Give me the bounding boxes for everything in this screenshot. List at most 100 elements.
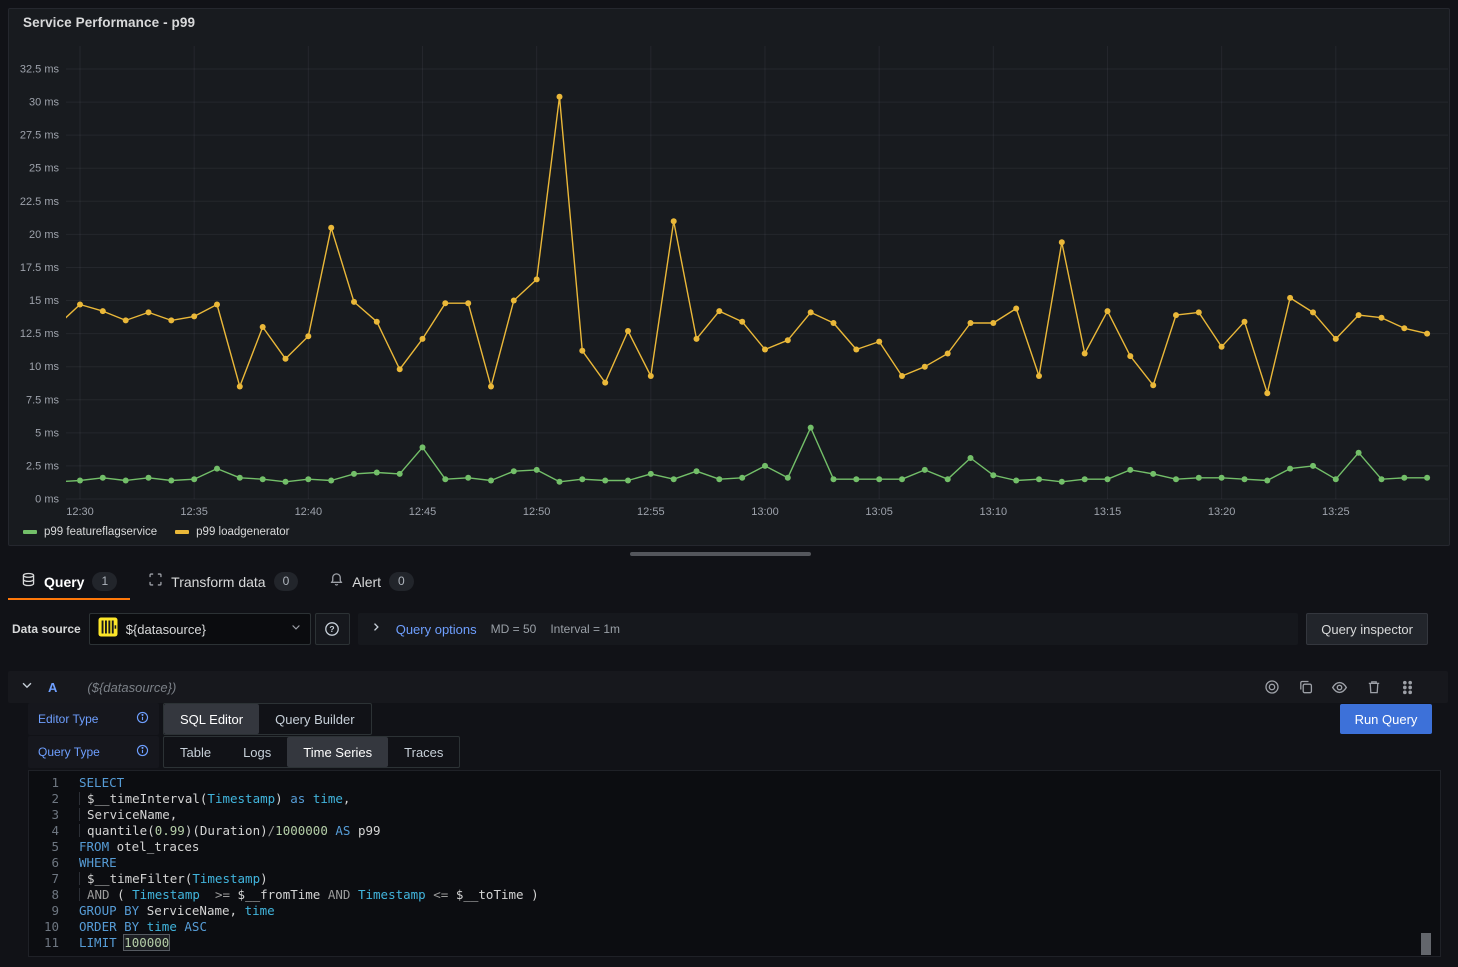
- query-datasource-hint: (${datasource}): [87, 680, 176, 695]
- timeseries-panel: 0 ms2.5 ms5 ms7.5 ms10 ms12.5 ms15 ms17.…: [8, 8, 1450, 546]
- editor-scrollbar-thumb[interactable]: [1421, 933, 1431, 955]
- clickhouse-datasource-icon: [98, 617, 118, 642]
- svg-text:12.5 ms: 12.5 ms: [20, 328, 60, 340]
- editor-type-group: SQL EditorQuery Builder: [163, 703, 372, 735]
- legend-item-featureflagservice[interactable]: p99 featureflagservice: [23, 526, 157, 538]
- disable-query-icon[interactable]: [1259, 675, 1284, 700]
- chart-legend: p99 featureflagservice p99 loadgenerator: [23, 526, 290, 538]
- query-row-header[interactable]: A (${datasource}): [8, 671, 1448, 703]
- svg-text:?: ?: [330, 624, 335, 634]
- info-icon[interactable]: [136, 711, 149, 727]
- line-number: 8: [29, 887, 59, 903]
- timeseries-chart[interactable]: 0 ms2.5 ms5 ms7.5 ms10 ms12.5 ms15 ms17.…: [9, 9, 1449, 525]
- sql-line[interactable]: 4quantile(0.99)(Duration)/1000000 AS p99: [29, 823, 1440, 839]
- svg-text:27.5 ms: 27.5 ms: [20, 130, 60, 142]
- sql-line[interactable]: 2$__timeInterval(Timestamp) as time,: [29, 791, 1440, 807]
- query-type-row: Query Type TableLogsTime SeriesTraces: [28, 736, 460, 768]
- svg-text:0 ms: 0 ms: [35, 494, 59, 506]
- sql-line[interactable]: 5FROM otel_traces: [29, 839, 1440, 855]
- horizontal-scrollbar[interactable]: [8, 551, 1450, 557]
- legend-item-loadgenerator[interactable]: p99 loadgenerator: [175, 526, 289, 538]
- drag-handle-icon[interactable]: [1395, 675, 1420, 700]
- query-toolbar: Data source ${datasource} ?: [8, 613, 1450, 645]
- svg-text:13:20: 13:20: [1208, 506, 1236, 518]
- line-number: 3: [29, 807, 59, 823]
- line-number: 6: [29, 855, 59, 871]
- svg-text:13:15: 13:15: [1094, 506, 1122, 518]
- tab-alert-count: 0: [389, 572, 414, 591]
- line-number: 4: [29, 823, 59, 839]
- line-number: 11: [29, 935, 59, 951]
- tab-query[interactable]: Query 1: [8, 565, 130, 600]
- svg-text:13:10: 13:10: [980, 506, 1008, 518]
- panel-title[interactable]: Service Performance - p99: [23, 15, 195, 30]
- sql-line[interactable]: 8AND ( Timestamp >= $__fromTime AND Time…: [29, 887, 1440, 903]
- interval-stat: Interval = 1m: [550, 622, 620, 636]
- tab-query-count: 1: [92, 572, 117, 591]
- editor-type-label: Editor Type: [38, 712, 98, 726]
- sql-line[interactable]: 1SELECT: [29, 775, 1440, 791]
- datasource-picker[interactable]: ${datasource}: [89, 613, 311, 645]
- tab-transform-count: 0: [274, 572, 299, 591]
- tab-transform-data[interactable]: Transform data 0: [135, 565, 311, 600]
- sql-code-editor[interactable]: 1SELECT2$__timeInterval(Timestamp) as ti…: [28, 770, 1441, 957]
- query-type-label: Query Type: [38, 745, 100, 759]
- datasource-help-button[interactable]: ?: [315, 613, 350, 645]
- run-query-button[interactable]: Run Query: [1340, 704, 1432, 734]
- angle-right-icon[interactable]: [370, 620, 382, 638]
- editor-type-field-label: Editor Type: [28, 703, 159, 735]
- svg-text:7.5 ms: 7.5 ms: [26, 394, 60, 406]
- svg-text:12:40: 12:40: [295, 506, 323, 518]
- hide-query-eye-icon[interactable]: [1327, 675, 1352, 700]
- svg-text:2.5 ms: 2.5 ms: [26, 460, 60, 472]
- sql-line[interactable]: 7$__timeFilter(Timestamp): [29, 871, 1440, 887]
- bell-icon: [329, 572, 344, 592]
- legend-swatch-green: [23, 530, 37, 534]
- query-type-logs[interactable]: Logs: [227, 737, 287, 767]
- svg-text:10 ms: 10 ms: [29, 361, 59, 373]
- sql-line[interactable]: 10ORDER BY time ASC: [29, 919, 1440, 935]
- line-number: 9: [29, 903, 59, 919]
- query-type-time-series[interactable]: Time Series: [287, 737, 388, 767]
- tab-alert-label: Alert: [352, 574, 381, 590]
- delete-query-trash-icon[interactable]: [1361, 675, 1386, 700]
- sql-line[interactable]: 3ServiceName,: [29, 807, 1440, 823]
- svg-text:12:45: 12:45: [409, 506, 437, 518]
- collapse-chevron-icon[interactable]: [20, 678, 34, 697]
- grafana-query-editor-page: 0 ms2.5 ms5 ms7.5 ms10 ms12.5 ms15 ms17.…: [0, 0, 1458, 967]
- svg-text:15 ms: 15 ms: [29, 295, 59, 307]
- svg-text:20 ms: 20 ms: [29, 229, 59, 241]
- editor-type-query-builder[interactable]: Query Builder: [259, 704, 370, 734]
- sql-line[interactable]: 11LIMIT 100000: [29, 935, 1440, 951]
- tab-transform-label: Transform data: [171, 574, 265, 590]
- line-number: 2: [29, 791, 59, 807]
- sql-line[interactable]: 6WHERE: [29, 855, 1440, 871]
- chevron-down-icon: [290, 620, 302, 638]
- query-type-traces[interactable]: Traces: [388, 737, 459, 767]
- info-icon[interactable]: [136, 744, 149, 760]
- horizontal-scrollbar-thumb[interactable]: [630, 552, 811, 556]
- svg-text:13:00: 13:00: [751, 506, 779, 518]
- svg-text:12:55: 12:55: [637, 506, 665, 518]
- legend-label: p99 loadgenerator: [196, 526, 289, 538]
- editor-tabs: Query 1 Transform data 0 Alert 0: [8, 565, 427, 600]
- legend-swatch-yellow: [175, 530, 189, 534]
- duplicate-query-icon[interactable]: [1293, 675, 1318, 700]
- line-number: 5: [29, 839, 59, 855]
- svg-text:30 ms: 30 ms: [29, 97, 59, 109]
- line-number: 1: [29, 775, 59, 791]
- query-type-field-label: Query Type: [28, 736, 159, 768]
- query-ref-id[interactable]: A: [48, 680, 57, 695]
- svg-text:12:50: 12:50: [523, 506, 551, 518]
- max-data-points-stat: MD = 50: [491, 622, 537, 636]
- svg-text:17.5 ms: 17.5 ms: [20, 262, 60, 274]
- query-options-toggle[interactable]: Query options: [396, 622, 477, 637]
- query-type-table[interactable]: Table: [164, 737, 227, 767]
- tab-query-label: Query: [44, 574, 84, 590]
- tab-alert[interactable]: Alert 0: [316, 565, 426, 600]
- sql-line[interactable]: 9GROUP BY ServiceName, time: [29, 903, 1440, 919]
- query-inspector-button[interactable]: Query inspector: [1306, 613, 1428, 645]
- editor-type-sql-editor[interactable]: SQL Editor: [164, 704, 259, 734]
- transform-icon: [148, 572, 163, 592]
- line-number: 7: [29, 871, 59, 887]
